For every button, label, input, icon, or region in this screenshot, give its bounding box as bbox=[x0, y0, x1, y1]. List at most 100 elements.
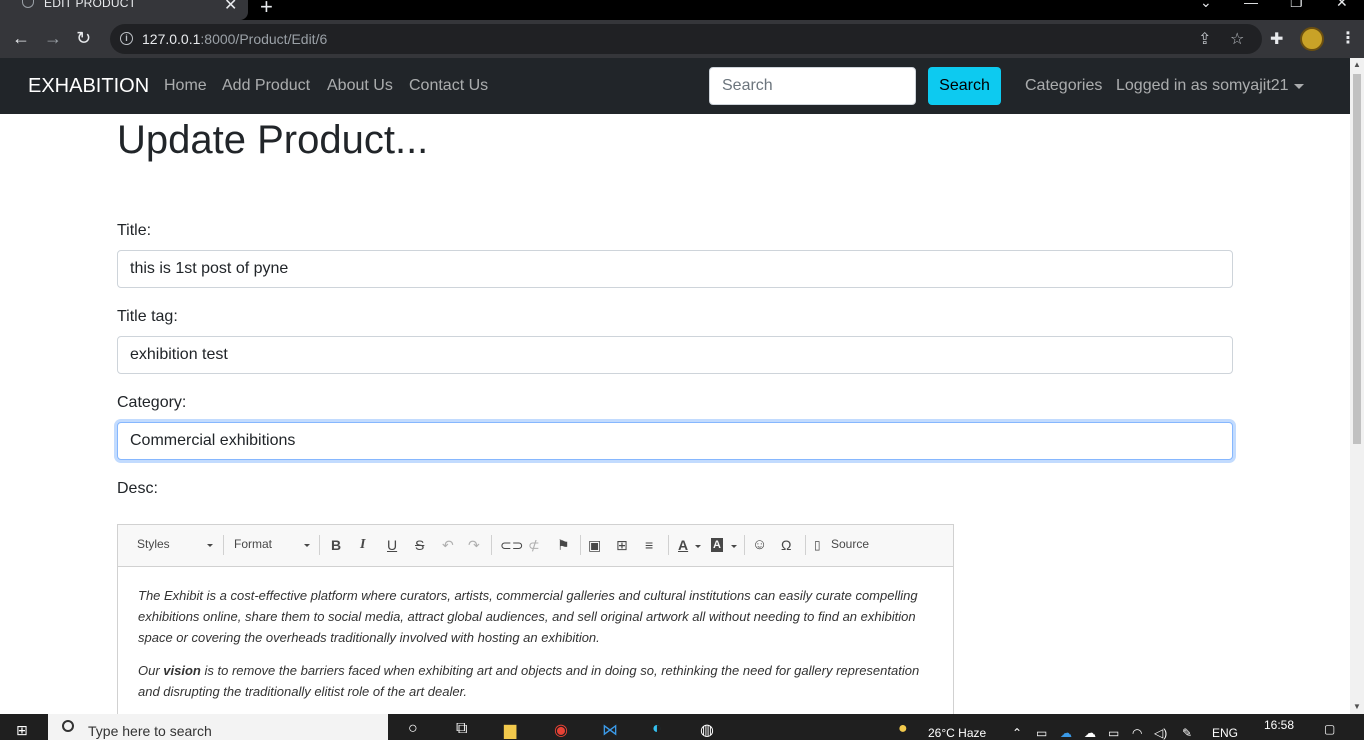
styles-dropdown[interactable]: Styles bbox=[137, 537, 170, 551]
vscode-icon[interactable]: ⋈ bbox=[602, 720, 618, 740]
undo-icon[interactable]: ↶ bbox=[442, 537, 454, 553]
nav-link-contact-us[interactable]: Contact Us bbox=[409, 77, 488, 95]
url-text[interactable]: 127.0.0.1:8000/Product/Edit/6 bbox=[142, 31, 327, 47]
chrome-menu-icon[interactable]: ⋮ bbox=[1340, 28, 1356, 48]
nav-link-about-us[interactable]: About Us bbox=[327, 77, 393, 95]
weather-text[interactable]: 26°C Haze bbox=[928, 726, 986, 740]
tab-search-icon[interactable]: ⌄ bbox=[1200, 0, 1212, 11]
volume-icon[interactable]: ◁) bbox=[1154, 726, 1167, 740]
app-icon[interactable]: ◍ bbox=[700, 720, 714, 740]
extensions-icon[interactable]: ✚ bbox=[1270, 29, 1283, 49]
unlink-icon[interactable]: ⊄ bbox=[528, 537, 540, 553]
editor-content[interactable]: The Exhibit is a cost-effective platform… bbox=[138, 585, 938, 714]
meet-icon[interactable]: ▭ bbox=[1036, 726, 1047, 740]
edge-icon[interactable]: ◐ bbox=[652, 720, 662, 738]
chevron-down-icon bbox=[695, 545, 701, 548]
language-indicator[interactable]: ENG bbox=[1212, 726, 1238, 740]
profile-avatar[interactable] bbox=[1300, 27, 1324, 51]
toolbar-divider bbox=[491, 535, 492, 555]
browser-toolbar: ← → ↻ i 127.0.0.1:8000/Product/Edit/6 ⇪ … bbox=[0, 20, 1364, 58]
desc-label: Desc: bbox=[117, 480, 158, 497]
editor-toolbar: Styles Format B I U S ↶ ↷ ⊂⊃ ⊄ ⚑ ▣ ⊞ ≡ A… bbox=[118, 525, 953, 567]
pen-icon[interactable]: ✎ bbox=[1182, 726, 1192, 740]
chevron-down-icon bbox=[207, 544, 213, 547]
toolbar-divider bbox=[805, 535, 806, 555]
search-button[interactable]: Search bbox=[928, 67, 1001, 105]
weather-icon: ● bbox=[898, 720, 908, 737]
new-tab-button[interactable]: + bbox=[260, 0, 273, 20]
site-info-icon[interactable]: i bbox=[120, 32, 133, 45]
back-icon[interactable]: ← bbox=[12, 28, 30, 48]
tray-chevron-icon[interactable]: ⌃ bbox=[1012, 726, 1022, 740]
reload-icon[interactable]: ↻ bbox=[76, 28, 91, 48]
redo-icon[interactable]: ↷ bbox=[468, 537, 480, 553]
tab-title: EDIT PRODUCT bbox=[44, 0, 137, 10]
bookmark-star-icon[interactable]: ☆ bbox=[1230, 29, 1244, 49]
page-title: Update Product... bbox=[117, 118, 429, 162]
notification-icon[interactable]: ▢ bbox=[1324, 722, 1335, 736]
text-color-icon[interactable]: A bbox=[678, 537, 688, 553]
file-explorer-icon[interactable]: ▆ bbox=[504, 720, 516, 740]
italic-icon[interactable]: I bbox=[360, 537, 365, 553]
chevron-down-icon[interactable] bbox=[1294, 84, 1304, 89]
underline-icon[interactable]: U bbox=[387, 537, 397, 553]
taskbar-search[interactable]: Type here to search bbox=[48, 714, 388, 740]
nav-link-categories[interactable]: Categories bbox=[1025, 77, 1102, 95]
source-icon[interactable]: ▯ bbox=[814, 537, 821, 553]
page-viewport: EXHABITION Home Add Product About Us Con… bbox=[0, 58, 1364, 714]
anchor-flag-icon[interactable]: ⚑ bbox=[557, 537, 570, 553]
wifi-icon[interactable]: ◠ bbox=[1132, 726, 1142, 740]
user-menu-toggle[interactable]: Logged in as somyajit21 bbox=[1116, 77, 1289, 95]
address-bar[interactable]: i 127.0.0.1:8000/Product/Edit/6 ⇪ ☆ bbox=[110, 24, 1262, 54]
page-scrollbar[interactable]: ▲ ▼ bbox=[1350, 58, 1364, 714]
clock-time[interactable]: 16:58 bbox=[1264, 718, 1294, 732]
taskbar-search-placeholder: Type here to search bbox=[88, 723, 212, 739]
format-dropdown[interactable]: Format bbox=[234, 537, 272, 551]
category-select[interactable]: Commercial exhibitions bbox=[117, 422, 1233, 460]
windows-start-icon[interactable]: ⊞ bbox=[16, 722, 28, 739]
scrollbar-thumb[interactable] bbox=[1353, 74, 1361, 444]
minimize-button[interactable]: — bbox=[1244, 0, 1258, 10]
desc-paragraph: Our vision is to remove the barriers fac… bbox=[138, 663, 920, 699]
cloud-icon[interactable]: ☁ bbox=[1084, 726, 1096, 740]
title-input[interactable]: this is 1st post of pyne bbox=[117, 250, 1233, 288]
background-color-icon[interactable]: A bbox=[711, 538, 723, 552]
toolbar-divider bbox=[319, 535, 320, 555]
source-button[interactable]: Source bbox=[831, 537, 869, 551]
task-view-icon[interactable]: ⧉ bbox=[456, 720, 467, 738]
close-window-button[interactable]: ✕ bbox=[1336, 0, 1348, 11]
title-tag-input[interactable]: exhibition test bbox=[117, 336, 1233, 374]
battery-icon[interactable]: ▭ bbox=[1108, 726, 1119, 740]
close-tab-icon[interactable]: ✕ bbox=[224, 0, 237, 15]
link-icon[interactable]: ⊂⊃ bbox=[500, 537, 523, 553]
chevron-down-icon bbox=[304, 544, 310, 547]
title-label: Title: bbox=[117, 222, 152, 239]
category-label: Category: bbox=[117, 394, 187, 411]
nav-link-home[interactable]: Home bbox=[164, 77, 207, 95]
onedrive-icon[interactable]: ☁ bbox=[1060, 726, 1072, 740]
nav-link-add-product[interactable]: Add Product bbox=[222, 77, 310, 95]
globe-icon bbox=[22, 0, 34, 8]
browser-tab[interactable]: EDIT PRODUCT ✕ bbox=[0, 0, 248, 20]
smiley-icon[interactable]: ☺ bbox=[752, 537, 767, 553]
search-input[interactable] bbox=[709, 67, 916, 105]
strikethrough-icon[interactable]: S bbox=[415, 537, 424, 553]
rich-text-editor[interactable]: Styles Format B I U S ↶ ↷ ⊂⊃ ⊄ ⚑ ▣ ⊞ ≡ A… bbox=[117, 524, 954, 714]
image-icon[interactable]: ▣ bbox=[588, 537, 601, 553]
navbar-brand[interactable]: EXHABITION bbox=[28, 75, 149, 98]
cortana-icon[interactable]: ○ bbox=[408, 720, 418, 738]
table-icon[interactable]: ⊞ bbox=[616, 537, 628, 553]
browser-tab-strip: EDIT PRODUCT ✕ + ⌄ — ❐ ✕ bbox=[0, 0, 1364, 20]
horizontal-line-icon[interactable]: ≡ bbox=[645, 537, 653, 553]
toolbar-divider bbox=[580, 535, 581, 555]
forward-icon[interactable]: → bbox=[44, 28, 62, 48]
site-navbar: EXHABITION Home Add Product About Us Con… bbox=[0, 58, 1350, 114]
scroll-down-icon[interactable]: ▼ bbox=[1353, 702, 1361, 711]
bold-icon[interactable]: B bbox=[331, 537, 341, 553]
special-character-icon[interactable]: Ω bbox=[781, 537, 791, 553]
restore-button[interactable]: ❐ bbox=[1290, 0, 1303, 11]
share-icon[interactable]: ⇪ bbox=[1198, 29, 1211, 49]
scroll-up-icon[interactable]: ▲ bbox=[1353, 60, 1361, 69]
toolbar-divider bbox=[223, 535, 224, 555]
chrome-icon[interactable]: ◉ bbox=[554, 720, 568, 740]
